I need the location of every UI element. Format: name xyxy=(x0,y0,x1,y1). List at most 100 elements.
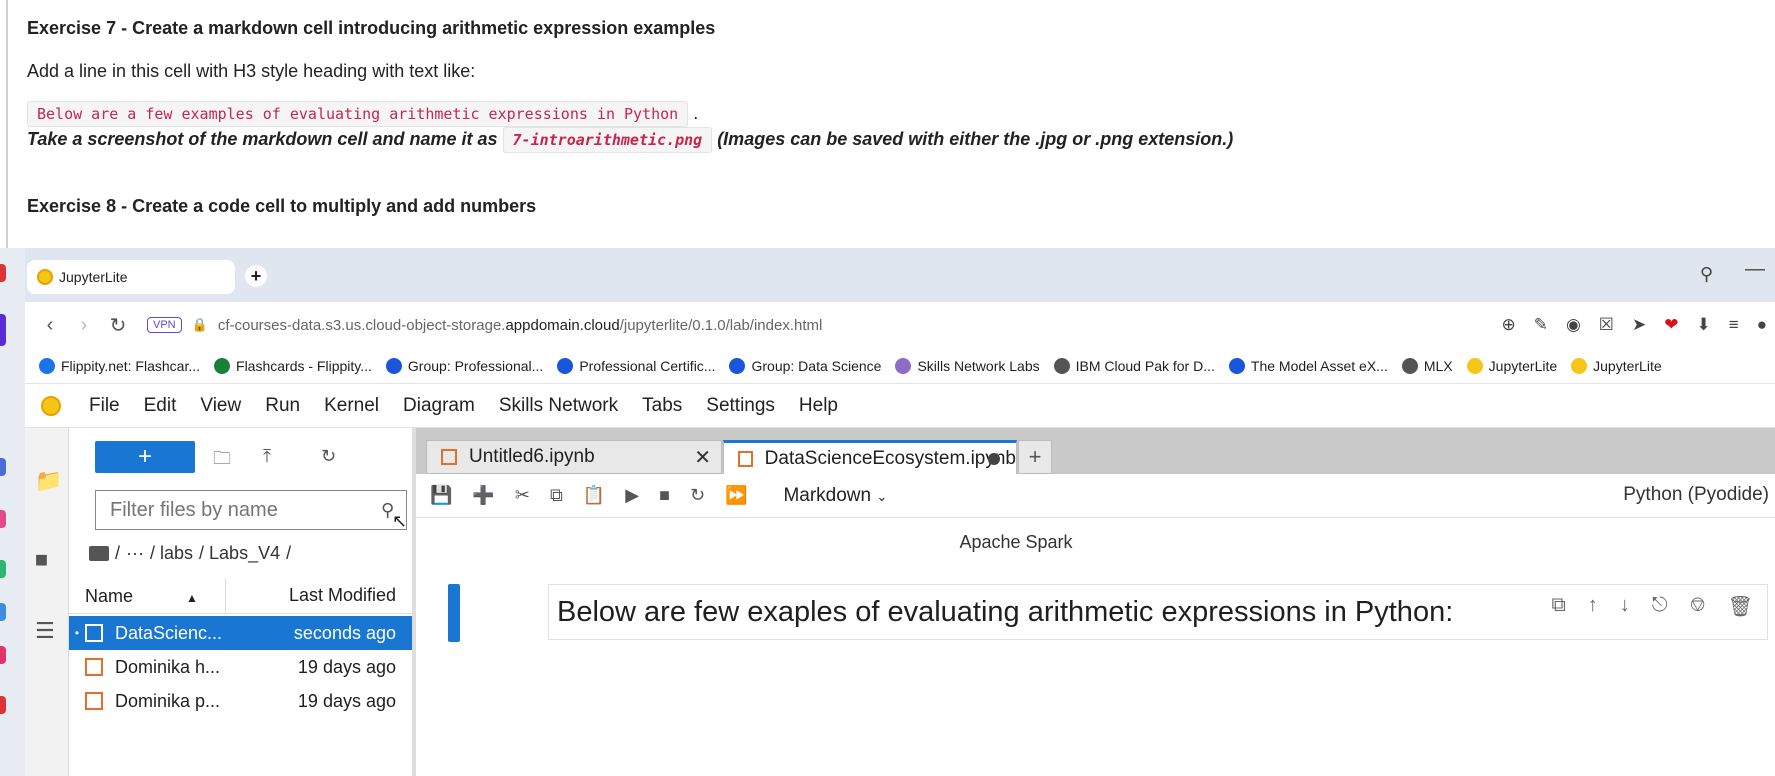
address-bar-actions: ⊕ ✎ ◉ ☒ ➤ ❤ ⬇ ≡ ● xyxy=(1501,302,1775,348)
menu-help[interactable]: Help xyxy=(787,395,850,417)
notebook-icon xyxy=(85,692,103,710)
save-icon[interactable]: 💾 xyxy=(430,485,452,506)
folder-icon[interactable] xyxy=(89,546,109,561)
delete-cell-icon[interactable]: 🗑 xyxy=(1728,594,1753,619)
search-icon[interactable]: ⚲ xyxy=(1700,264,1713,285)
menu-diagram[interactable]: Diagram xyxy=(391,395,487,417)
copy-icon[interactable]: ⧉ xyxy=(550,485,563,506)
menu-edit[interactable]: Edit xyxy=(132,395,189,417)
bookmark-item[interactable]: Professional Certific... xyxy=(557,357,715,374)
heart-icon[interactable]: ❤ xyxy=(1664,315,1678,335)
bookmark-item[interactable]: Flippity.net: Flashcar... xyxy=(39,357,200,374)
shield-icon[interactable]: ☒ xyxy=(1599,315,1614,335)
tab-datascienceecosystem[interactable]: DataScienceEcosystem.ipynb xyxy=(723,440,1017,474)
move-down-icon[interactable]: ↓ xyxy=(1620,594,1630,619)
jupyterlite-logo-icon xyxy=(41,395,61,416)
restart-icon[interactable]: ↻ xyxy=(690,485,705,506)
running-sessions-icon[interactable]: ⏹ xyxy=(35,544,48,576)
filter-files-input[interactable] xyxy=(95,490,407,530)
exercise-7-code-line: Below are a few examples of evaluating a… xyxy=(27,101,698,127)
menu-kernel[interactable]: Kernel xyxy=(312,395,391,417)
folder-icon[interactable]: 📁 xyxy=(35,468,62,494)
bookmark-item[interactable]: JupyterLite xyxy=(1571,357,1662,374)
url-field[interactable]: cf-courses-data.s3.us.cloud-object-stora… xyxy=(218,317,823,334)
cell-type-select[interactable]: Markdown ⌄ xyxy=(783,485,887,507)
add-tab-button[interactable]: + xyxy=(1018,440,1052,474)
close-icon[interactable]: ✕ xyxy=(694,445,711,470)
new-folder-icon[interactable]: 🗀 xyxy=(213,446,231,476)
breadcrumb-root[interactable]: / xyxy=(115,543,120,564)
menu-run[interactable]: Run xyxy=(253,395,312,417)
run-all-icon[interactable]: ⏩ xyxy=(725,485,747,506)
taskbar-app-icon[interactable] xyxy=(0,696,6,714)
table-of-contents-icon[interactable]: ☰ xyxy=(35,618,55,644)
menu-skills-network[interactable]: Skills Network xyxy=(487,395,630,417)
camera-icon[interactable]: ◉ xyxy=(1566,315,1581,335)
paste-icon[interactable]: 📋 xyxy=(583,485,605,506)
vpn-badge[interactable]: VPN xyxy=(147,317,182,333)
chevron-down-icon: ⌄ xyxy=(876,488,888,504)
taskbar-app-icon[interactable] xyxy=(0,264,6,282)
menu-view[interactable]: View xyxy=(188,395,253,417)
browser-tab-jupyterlite[interactable]: JupyterLite xyxy=(27,260,235,294)
move-up-icon[interactable]: ↑ xyxy=(1588,594,1598,619)
breadcrumb-labs-v4[interactable]: / Labs_V4 xyxy=(199,543,280,564)
file-row[interactable]: Dominika h... 19 days ago xyxy=(69,650,412,684)
bookmark-item[interactable]: Group: Data Science xyxy=(729,357,881,374)
lock-icon[interactable]: 🔒 xyxy=(192,317,208,333)
stop-icon[interactable]: ■ xyxy=(659,485,670,506)
bookmark-item[interactable]: Skills Network Labs xyxy=(895,357,1040,374)
tab-untitled6[interactable]: Untitled6.ipynb ✕ xyxy=(426,440,722,474)
send-icon[interactable]: ➤ xyxy=(1632,315,1646,335)
bookmark-item[interactable]: Flashcards - Flippity... xyxy=(214,357,372,374)
bookmark-label: Group: Professional... xyxy=(407,357,544,374)
breadcrumb-labs[interactable]: / labs xyxy=(150,543,193,564)
taskbar-app-icon[interactable] xyxy=(0,458,6,476)
taskbar-app-icon[interactable] xyxy=(0,314,6,346)
file-row[interactable]: Dominika p... 19 days ago xyxy=(69,684,412,718)
bookmark-item[interactable]: Group: Professional... xyxy=(385,357,544,374)
insert-cell-icon[interactable]: ➕ xyxy=(472,485,494,506)
new-launcher-button[interactable]: + xyxy=(95,441,195,473)
run-icon[interactable]: ▶ xyxy=(625,485,639,506)
file-modified: 19 days ago xyxy=(297,690,396,711)
column-last-modified[interactable]: Last Modified xyxy=(226,585,412,606)
taskbar-app-icon[interactable] xyxy=(0,646,6,664)
browser-tab-title: JupyterLite xyxy=(59,269,128,285)
new-tab-button[interactable]: + xyxy=(245,265,267,287)
kernel-indicator[interactable]: Python (Pyodide) xyxy=(1623,484,1769,506)
breadcrumb-ellipsis[interactable]: ··· xyxy=(126,543,144,564)
edit-icon[interactable]: ✎ xyxy=(1534,315,1548,335)
minimize-icon[interactable]: — xyxy=(1745,258,1765,281)
bookmark-item[interactable]: JupyterLite xyxy=(1466,357,1557,374)
refresh-icon[interactable]: ↻ xyxy=(321,446,336,467)
active-cell-indicator[interactable] xyxy=(448,584,460,642)
taskbar-app-icon[interactable] xyxy=(0,560,6,578)
bookmark-item[interactable]: IBM Cloud Pak for D... xyxy=(1053,357,1215,374)
menu-icon[interactable]: ≡ xyxy=(1729,315,1739,335)
insert-above-icon[interactable]: ⎋ xyxy=(1652,594,1668,619)
menu-tabs[interactable]: Tabs xyxy=(630,395,694,417)
bookmark-item[interactable]: MLX xyxy=(1401,357,1453,374)
file-browser: + 🗀 ⤒ ↻ ⚲ / ··· / labs / Labs_V4 / ↖ Nam… xyxy=(69,428,416,776)
upload-icon[interactable]: ⤒ xyxy=(263,446,271,467)
insert-below-icon[interactable]: ⎊ xyxy=(1690,594,1706,619)
reload-icon[interactable]: ↻ xyxy=(101,313,135,338)
bookmark-label: JupyterLite xyxy=(1593,357,1662,374)
download-icon[interactable]: ⬇ xyxy=(1697,315,1711,335)
file-row[interactable]: • DataScienc... seconds ago xyxy=(69,616,412,650)
taskbar-app-icon[interactable] xyxy=(0,603,6,621)
duplicate-cell-icon[interactable]: ⧉ xyxy=(1552,594,1566,619)
profile-icon[interactable]: ● xyxy=(1757,315,1767,335)
forward-icon[interactable]: › xyxy=(67,314,101,337)
unsaved-indicator-icon[interactable] xyxy=(988,453,1000,465)
bookmark-item[interactable]: The Model Asset eX... xyxy=(1228,357,1388,374)
back-icon[interactable]: ‹ xyxy=(33,314,67,337)
url-prefix: cf-courses-data.s3.us.cloud-object-stora… xyxy=(217,316,506,334)
menu-settings[interactable]: Settings xyxy=(694,395,787,417)
menu-file[interactable]: File xyxy=(77,395,132,417)
cut-icon[interactable]: ✂ xyxy=(515,485,530,506)
zoom-icon[interactable]: ⊕ xyxy=(1501,315,1515,335)
column-name[interactable]: Name ▲ xyxy=(69,577,226,614)
taskbar-app-icon[interactable] xyxy=(0,510,6,528)
